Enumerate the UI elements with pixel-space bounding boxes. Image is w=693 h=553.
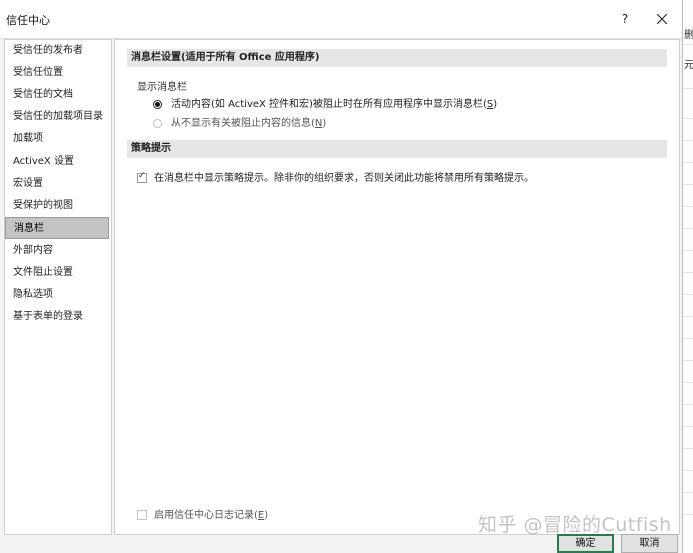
radio-selected-icon [153, 99, 162, 109]
sidebar-item-trusted-locations[interactable]: 受信任位置 [5, 62, 109, 84]
watermark: 知乎 @冒险的Cutfish [478, 514, 672, 536]
sidebar-item-file-block-settings[interactable]: 文件阻止设置 [5, 262, 109, 284]
settings-panel: 消息栏设置(适用于所有 Office 应用程序) 显示消息栏 活动内容(如 Ac… [114, 39, 680, 535]
sidebar-item-form-based-signin[interactable]: 基于表单的登录 [5, 306, 109, 328]
close-button[interactable] [649, 6, 675, 32]
sidebar-item-message-bar[interactable]: 消息栏 [5, 217, 109, 239]
checkbox-unchecked-icon [137, 510, 147, 520]
dialog-title: 信任中心 [6, 14, 50, 27]
sidebar-item-privacy-options[interactable]: 隐私选项 [5, 284, 109, 306]
show-message-bar-label: 显示消息栏 [137, 82, 187, 93]
section-header-policy-tips: 策略提示 [127, 140, 667, 158]
title-bar: 信任中心 ? [0, 0, 682, 39]
sidebar-item-trusted-addin-catalogs[interactable]: 受信任的加载项目录 [5, 106, 109, 128]
help-button[interactable]: ? [612, 6, 638, 32]
sidebar-item-trusted-documents[interactable]: 受信任的文档 [5, 84, 109, 106]
checkbox-enable-trust-center-logging[interactable]: 启用信任中心日志记录(E) [137, 506, 268, 521]
section-header-message-bar-settings: 消息栏设置(适用于所有 Office 应用程序) [127, 49, 667, 67]
sidebar-nav: 受信任的发布者 受信任位置 受信任的文档 受信任的加载项目录 加载项 Activ… [4, 39, 112, 535]
checkbox-show-policy-tips[interactable]: 在消息栏中显示策略提示。除非你的组织要求，否则关闭此功能将禁用所有策略提示。 [137, 169, 534, 184]
background-ribbon-text: 删 [684, 30, 693, 41]
sidebar-item-external-content[interactable]: 外部内容 [5, 240, 109, 262]
sidebar-item-trusted-publishers[interactable]: 受信任的发布者 [5, 40, 109, 62]
background-ribbon-text: 元 [684, 60, 693, 71]
radio-show-message-bar[interactable]: 活动内容(如 ActiveX 控件和宏)被阻止时在所有应用程序中显示消息栏(S) [153, 95, 497, 110]
radio-never-show-info[interactable]: 从不显示有关被阻止内容的信息(N) [153, 114, 326, 129]
sidebar-item-activex-settings[interactable]: ActiveX 设置 [5, 151, 109, 173]
background-spreadsheet [682, 0, 693, 553]
radio-unselected-icon [153, 118, 162, 128]
help-icon: ? [621, 12, 629, 26]
sidebar-item-macro-settings[interactable]: 宏设置 [5, 173, 109, 195]
trust-center-dialog: 信任中心 ? 受信任的发布者 受信任位置 受信任的文档 受信任的加载项目录 加载… [0, 0, 683, 553]
sidebar-item-addins[interactable]: 加载项 [5, 128, 109, 150]
close-icon [657, 14, 667, 24]
checkbox-checked-icon [137, 171, 147, 183]
sidebar-item-protected-view[interactable]: 受保护的视图 [5, 195, 109, 217]
